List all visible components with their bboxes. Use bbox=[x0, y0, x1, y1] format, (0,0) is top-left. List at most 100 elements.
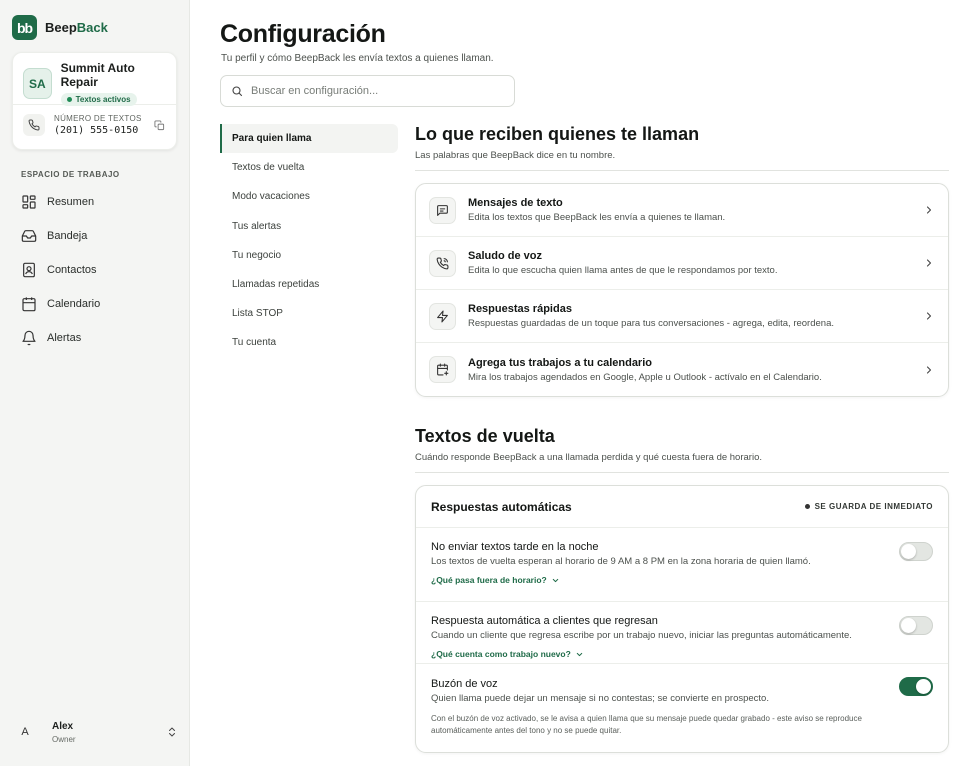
setting-title: Buzón de voz bbox=[431, 678, 498, 690]
setting-description: Quien llama puede dejar un mensaje si no… bbox=[431, 693, 769, 704]
sidebar-item-label: Resumen bbox=[47, 196, 95, 208]
status-badge: Textos activos bbox=[60, 92, 137, 106]
toggle-knob bbox=[901, 544, 916, 559]
page-title: Configuración bbox=[220, 20, 386, 48]
setting-voicemail: Buzón de voz Quien llama puede dejar un … bbox=[416, 664, 948, 752]
chevron-down-icon bbox=[576, 652, 583, 656]
status-badge-label: Textos activos bbox=[75, 94, 131, 104]
account-name: Summit Auto Repair bbox=[60, 60, 135, 89]
copy-icon[interactable] bbox=[152, 118, 166, 132]
row-title: Saludo de voz bbox=[468, 250, 542, 262]
sidebar-item-resumen[interactable]: Resumen bbox=[12, 185, 178, 219]
sidebar-item-contactos[interactable]: Contactos bbox=[12, 253, 178, 287]
sidebar-item-alertas[interactable]: Alertas bbox=[12, 321, 178, 355]
texting-number-label: NÚMERO DE TEXTOS bbox=[54, 114, 142, 123]
autosave-note: SE GUARDA DE INMEDIATO bbox=[804, 502, 933, 511]
account-header[interactable]: SA Summit Auto Repair Textos activos bbox=[13, 53, 176, 106]
quiet-hours-info-link[interactable]: ¿Qué pasa fuera de horario? bbox=[431, 575, 560, 585]
bell-icon bbox=[22, 330, 36, 346]
setting-returning-clients: Respuesta automática a clientes que regr… bbox=[416, 602, 948, 664]
chevron-right-icon bbox=[926, 312, 932, 320]
user-name: Alex bbox=[52, 720, 74, 732]
toggle-knob bbox=[901, 618, 916, 633]
brand-logo: bb bbox=[12, 15, 37, 40]
row-description: Respuestas guardadas de un toque para tu… bbox=[468, 318, 834, 329]
lightning-icon bbox=[429, 302, 456, 330]
section-title-callers: Lo que reciben quienes te llaman bbox=[415, 124, 700, 144]
account-card: SA Summit Auto Repair Textos activos NÚM… bbox=[12, 52, 177, 150]
section-subtitle-textos-de-vuelta: Cuándo responde BeepBack a una llamada p… bbox=[415, 452, 762, 463]
user-role: Owner bbox=[52, 734, 76, 744]
row-title: Agrega tus trabajos a tu calendario bbox=[468, 356, 652, 369]
row-description: Edita los textos que BeepBack les envía … bbox=[468, 212, 726, 223]
chevron-right-icon bbox=[926, 259, 932, 267]
contacts-icon bbox=[23, 262, 35, 278]
dashboard-icon bbox=[22, 195, 36, 209]
subnav-tu-cuenta[interactable]: Tu cuenta bbox=[220, 328, 398, 357]
setting-description: Cuando un cliente que regresa escribe po… bbox=[431, 630, 852, 641]
brand-name-part1: Beep bbox=[45, 20, 77, 35]
status-dot-icon bbox=[66, 96, 72, 102]
row-saludo-de-voz[interactable]: Saludo de voz Edita lo que escucha quien… bbox=[416, 237, 948, 290]
search-input[interactable] bbox=[251, 85, 501, 97]
brand-name-part2: Back bbox=[76, 20, 108, 35]
row-title: Mensajes de texto bbox=[468, 197, 563, 209]
inbox-icon bbox=[21, 230, 37, 242]
brand-name: BeepBack bbox=[45, 20, 108, 35]
section-subtitle-callers: Las palabras que BeepBack dice en tu nom… bbox=[415, 150, 616, 161]
sidebar-item-label: Alertas bbox=[47, 332, 82, 344]
subnav-para-quien-llama[interactable]: Para quien llama bbox=[220, 124, 398, 154]
sidebar: bb BeepBack SA Summit Auto Repair Textos… bbox=[0, 0, 190, 766]
new-job-info-link[interactable]: ¿Qué cuenta como trabajo nuevo? bbox=[431, 649, 584, 659]
setting-title: Respuesta automática a clientes que regr… bbox=[431, 615, 658, 627]
info-link-label: ¿Qué pasa fuera de horario? bbox=[431, 575, 547, 585]
row-respuestas-rapidas[interactable]: Respuestas rápidas Respuestas guardadas … bbox=[416, 290, 948, 343]
setting-title: No enviar textos tarde en la noche bbox=[431, 541, 599, 553]
auto-replies-header: Respuestas automáticas SE GUARDA DE INME… bbox=[416, 486, 948, 528]
user-menu[interactable]: A Alex Owner bbox=[12, 712, 178, 752]
subnav-tus-alertas[interactable]: Tus alertas bbox=[220, 212, 398, 241]
message-icon bbox=[429, 196, 456, 224]
page-subtitle: Tu perfil y cómo BeepBack les envía text… bbox=[221, 53, 494, 64]
info-link-label: ¿Qué cuenta como trabajo nuevo? bbox=[431, 649, 571, 659]
subnav-lista-stop[interactable]: Lista STOP bbox=[220, 299, 398, 328]
voicemail-toggle[interactable] bbox=[899, 677, 933, 696]
sidebar-item-bandeja[interactable]: Bandeja bbox=[12, 219, 178, 253]
auto-replies-card: Respuestas automáticas SE GUARDA DE INME… bbox=[415, 485, 949, 753]
chevron-up-down-icon bbox=[169, 727, 175, 737]
settings-subnav: Para quien llama Textos de vuelta Modo v… bbox=[220, 124, 398, 358]
returning-clients-toggle[interactable] bbox=[899, 616, 933, 635]
sidebar-item-label: Calendario bbox=[47, 298, 101, 310]
subnav-llamadas-repetidas[interactable]: Llamadas repetidas bbox=[220, 270, 398, 299]
calendar-add-icon bbox=[429, 356, 456, 383]
row-mensajes-de-texto[interactable]: Mensajes de texto Edita los textos que B… bbox=[416, 184, 948, 237]
sidebar-item-calendario[interactable]: Calendario bbox=[12, 287, 178, 321]
texting-number: NÚMERO DE TEXTOS (201) 555-0150 bbox=[13, 105, 176, 145]
sidebar-item-label: Bandeja bbox=[47, 230, 88, 242]
row-description: Edita lo que escucha quien llama antes d… bbox=[468, 265, 778, 276]
calendar-icon bbox=[22, 297, 36, 312]
texting-number-value: (201) 555-0150 bbox=[54, 125, 139, 136]
search-box bbox=[220, 75, 515, 107]
quiet-hours-toggle[interactable] bbox=[899, 542, 933, 561]
row-agrega-trabajos-calendario[interactable]: Agrega tus trabajos a tu calendario Mira… bbox=[416, 343, 948, 396]
chevron-right-icon bbox=[926, 206, 932, 214]
subnav-tu-negocio[interactable]: Tu negocio bbox=[220, 241, 398, 270]
search-icon bbox=[232, 86, 243, 97]
toggle-knob bbox=[916, 679, 931, 694]
row-title: Respuestas rápidas bbox=[468, 303, 572, 315]
caller-messages-card: Mensajes de texto Edita los textos que B… bbox=[415, 183, 949, 397]
brand[interactable]: bb BeepBack bbox=[12, 15, 108, 40]
section-divider bbox=[415, 472, 949, 473]
dot-icon bbox=[804, 504, 810, 509]
subnav-modo-vacaciones[interactable]: Modo vacaciones bbox=[220, 182, 398, 211]
card-title: Respuestas automáticas bbox=[431, 499, 572, 514]
row-description: Mira los trabajos agendados en Google, A… bbox=[468, 371, 822, 383]
chevron-down-icon bbox=[552, 578, 558, 582]
sidebar-nav: Resumen Bandeja Contactos Calendario Ale… bbox=[12, 185, 178, 355]
chevron-right-icon bbox=[926, 365, 932, 374]
account-avatar: SA bbox=[23, 68, 52, 99]
avatar: A bbox=[21, 726, 29, 738]
setting-description: Los textos de vuelta esperan al horario … bbox=[431, 556, 811, 567]
subnav-textos-de-vuelta[interactable]: Textos de vuelta bbox=[220, 153, 398, 182]
